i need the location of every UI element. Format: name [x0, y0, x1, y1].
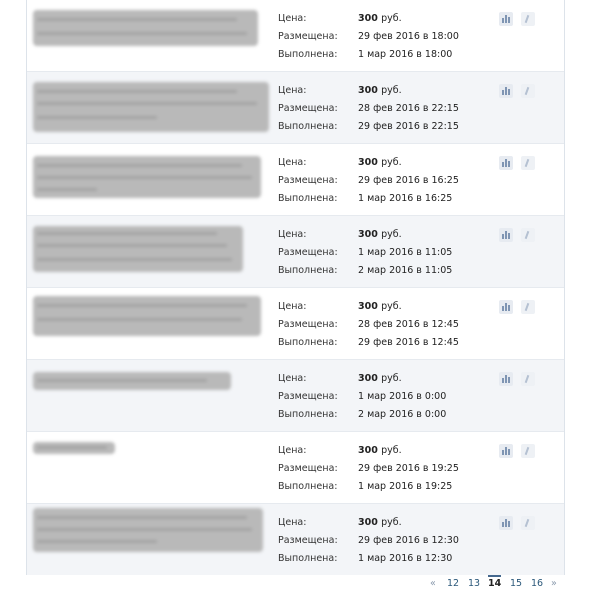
- placed-value: 1 мар 2016 в 0:00: [358, 391, 447, 402]
- order-row: Цена: 300 руб. Размещена: 28 фев 2016 в …: [27, 288, 564, 360]
- order-row: Цена: 300 руб. Размещена: 29 фев 2016 в …: [27, 144, 564, 216]
- placed-label: Размещена:: [278, 103, 338, 114]
- post-preview-redacted: [33, 82, 269, 132]
- completed-label: Выполнена:: [278, 49, 338, 60]
- placed-label: Размещена:: [278, 535, 338, 546]
- placed-label: Размещена:: [278, 175, 338, 186]
- order-row: Цена: 300 руб. Размещена: 29 фев 2016 в …: [27, 0, 564, 72]
- pencil-icon[interactable]: [521, 12, 535, 26]
- pencil-icon[interactable]: [521, 444, 535, 458]
- order-row: Цена: 300 руб. Размещена: 28 фев 2016 в …: [27, 72, 564, 144]
- pencil-icon[interactable]: [521, 516, 535, 530]
- page-link-15[interactable]: 15: [510, 578, 522, 589]
- completed-value: 29 фев 2016 в 22:15: [358, 121, 459, 132]
- prev-page-link[interactable]: «: [430, 578, 436, 589]
- price-label: Цена:: [278, 445, 307, 456]
- completed-label: Выполнена:: [278, 553, 338, 564]
- price-value: 300 руб.: [358, 229, 402, 240]
- post-preview-redacted: [33, 508, 263, 552]
- next-page-link[interactable]: »: [551, 578, 557, 589]
- price-label: Цена:: [278, 301, 307, 312]
- completed-label: Выполнена:: [278, 265, 338, 276]
- bar-chart-icon[interactable]: [499, 372, 513, 386]
- placed-value: 29 фев 2016 в 19:25: [358, 463, 459, 474]
- post-preview-redacted: [33, 226, 243, 272]
- price-label: Цена:: [278, 517, 307, 528]
- price-value: 300 руб.: [358, 13, 402, 24]
- completed-label: Выполнена:: [278, 409, 338, 420]
- post-preview-redacted: [33, 296, 261, 336]
- post-preview-redacted: [33, 10, 258, 46]
- bar-chart-icon[interactable]: [499, 12, 513, 26]
- page-link-13[interactable]: 13: [468, 578, 480, 589]
- completed-value: 29 фев 2016 в 12:45: [358, 337, 459, 348]
- price-value: 300 руб.: [358, 517, 402, 528]
- post-preview-redacted: [33, 156, 261, 198]
- completed-value: 1 мар 2016 в 12:30: [358, 553, 453, 564]
- post-preview-redacted: [33, 372, 231, 390]
- price-value: 300 руб.: [358, 157, 402, 168]
- completed-value: 1 мар 2016 в 16:25: [358, 193, 453, 204]
- placed-label: Размещена:: [278, 463, 338, 474]
- placed-value: 29 фев 2016 в 18:00: [358, 31, 459, 42]
- price-label: Цена:: [278, 157, 307, 168]
- order-row: Цена: 300 руб. Размещена: 29 фев 2016 в …: [27, 504, 564, 575]
- price-label: Цена:: [278, 85, 307, 96]
- price-label: Цена:: [278, 229, 307, 240]
- order-row: Цена: 300 руб. Размещена: 1 мар 2016 в 0…: [27, 360, 564, 432]
- completed-label: Выполнена:: [278, 481, 338, 492]
- price-label: Цена:: [278, 373, 307, 384]
- pencil-icon[interactable]: [521, 84, 535, 98]
- completed-label: Выполнена:: [278, 193, 338, 204]
- pencil-icon[interactable]: [521, 372, 535, 386]
- order-row: Цена: 300 руб. Размещена: 1 мар 2016 в 1…: [27, 216, 564, 288]
- bar-chart-icon[interactable]: [499, 300, 513, 314]
- price-value: 300 руб.: [358, 85, 402, 96]
- completed-label: Выполнена:: [278, 337, 338, 348]
- price-value: 300 руб.: [358, 373, 402, 384]
- bar-chart-icon[interactable]: [499, 444, 513, 458]
- bar-chart-icon[interactable]: [499, 228, 513, 242]
- completed-value: 1 мар 2016 в 19:25: [358, 481, 453, 492]
- page-link-16[interactable]: 16: [531, 578, 543, 589]
- completed-label: Выполнена:: [278, 121, 338, 132]
- placed-value: 29 фев 2016 в 16:25: [358, 175, 459, 186]
- placed-label: Размещена:: [278, 247, 338, 258]
- placed-label: Размещена:: [278, 319, 338, 330]
- pencil-icon[interactable]: [521, 156, 535, 170]
- bar-chart-icon[interactable]: [499, 84, 513, 98]
- price-label: Цена:: [278, 13, 307, 24]
- placed-value: 28 фев 2016 в 12:45: [358, 319, 459, 330]
- completed-value: 2 мар 2016 в 0:00: [358, 409, 447, 420]
- placed-label: Размещена:: [278, 391, 338, 402]
- page-current-14: 14: [488, 575, 502, 589]
- orders-list: Цена: 300 руб. Размещена: 29 фев 2016 в …: [26, 0, 565, 575]
- price-value: 300 руб.: [358, 445, 402, 456]
- pencil-icon[interactable]: [521, 228, 535, 242]
- page-link-12[interactable]: 12: [447, 578, 459, 589]
- order-row: Цена: 300 руб. Размещена: 29 фев 2016 в …: [27, 432, 564, 504]
- post-preview-redacted: [33, 442, 115, 454]
- bar-chart-icon[interactable]: [499, 156, 513, 170]
- placed-label: Размещена:: [278, 31, 338, 42]
- pencil-icon[interactable]: [521, 300, 535, 314]
- completed-value: 1 мар 2016 в 18:00: [358, 49, 453, 60]
- completed-value: 2 мар 2016 в 11:05: [358, 265, 453, 276]
- placed-value: 28 фев 2016 в 22:15: [358, 103, 459, 114]
- bar-chart-icon[interactable]: [499, 516, 513, 530]
- placed-value: 1 мар 2016 в 11:05: [358, 247, 453, 258]
- price-value: 300 руб.: [358, 301, 402, 312]
- placed-value: 29 фев 2016 в 12:30: [358, 535, 459, 546]
